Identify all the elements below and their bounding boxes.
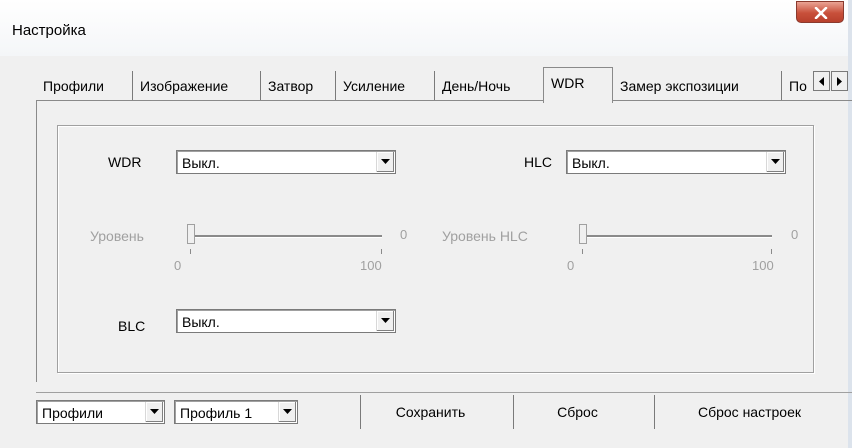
wdr-level-tick-max [381,249,382,254]
title-bar: Настройка [0,0,852,56]
tab-strip: Профили Изображение Затвор Усиление День… [36,67,852,103]
hlc-select[interactable]: Выкл. [566,150,786,174]
wdr-level-thumb[interactable] [187,224,195,244]
wdr-level-track [188,235,382,238]
tab-day-night[interactable]: День/Ночь [435,71,543,101]
profiles-select[interactable]: Профили [36,400,165,424]
profile-dropdown-button[interactable] [278,402,296,422]
settings-window: Настройка Профили Изображение Затвор Уси… [0,0,852,448]
tab-scroll-right-button[interactable] [831,71,848,91]
wdr-select[interactable]: Выкл. [176,150,396,174]
tab-wdr[interactable]: WDR [543,67,613,103]
hlc-level-value: 0 [791,227,799,242]
wdr-select-value: Выкл. [182,155,220,171]
tab-gain[interactable]: Усиление [336,71,435,101]
tab-scroll-left-button[interactable] [813,71,830,91]
close-icon [814,7,828,19]
wdr-level-min-label: 0 [174,258,182,273]
hlc-level-min-label: 0 [567,258,575,273]
hlc-level-thumb[interactable] [579,224,587,244]
hlc-level-max-label: 100 [752,258,774,273]
tab-profiles[interactable]: Профили [36,71,133,101]
reset-settings-button[interactable]: Сброс настроек [654,395,844,429]
chevron-down-icon [283,409,292,414]
wdr-level-value: 0 [400,227,408,242]
hlc-label: HLC [524,154,553,170]
wdr-dropdown-button[interactable] [376,152,394,172]
hlc-level-label: Уровень HLC [442,228,528,244]
blc-label: BLC [118,318,146,334]
profile-select[interactable]: Профиль 1 [174,400,298,424]
chevron-down-icon [771,159,780,164]
tab-scroll-arrows [813,71,849,91]
tab-shutter[interactable]: Затвор [261,71,336,101]
profile-select-value: Профиль 1 [180,405,253,421]
tab-more[interactable]: По [782,71,816,101]
profiles-select-value: Профили [42,405,103,421]
blc-select-value: Выкл. [182,314,220,330]
tab-exposure-metering[interactable]: Замер экспозиции [613,71,782,101]
bottom-bar-separator [36,392,852,393]
hlc-level-track [580,235,772,238]
wdr-label: WDR [108,154,142,170]
profiles-dropdown-button[interactable] [145,402,163,422]
chevron-down-icon [381,318,390,323]
wdr-level-max-label: 100 [360,258,382,273]
arrow-left-icon [819,77,824,86]
wdr-level-slider[interactable] [186,221,386,261]
hlc-level-tick-min [582,249,583,254]
save-button[interactable]: Сохранить [360,395,500,429]
close-button[interactable] [796,1,844,23]
tab-image[interactable]: Изображение [133,71,261,101]
chevron-down-icon [150,409,159,414]
window-title: Настройка [12,22,86,39]
chevron-down-icon [381,159,390,164]
wdr-level-tick-min [190,249,191,254]
reset-button[interactable]: Сброс [513,395,641,429]
hlc-dropdown-button[interactable] [766,152,784,172]
hlc-level-slider[interactable] [578,221,778,261]
hlc-level-tick-max [771,249,772,254]
blc-select[interactable]: Выкл. [176,309,396,333]
blc-dropdown-button[interactable] [376,311,394,331]
hlc-select-value: Выкл. [572,155,610,171]
arrow-right-icon [837,77,842,86]
wdr-level-label: Уровень [90,228,144,244]
